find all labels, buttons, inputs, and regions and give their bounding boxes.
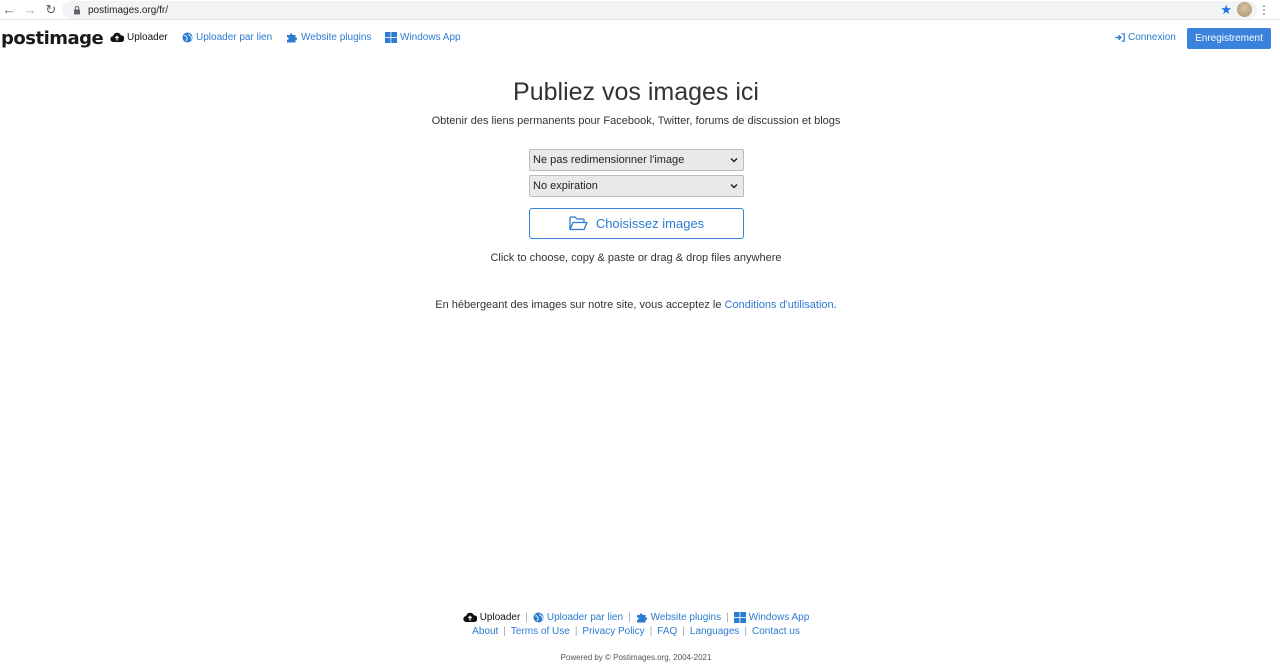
footer-website-plugins[interactable]: Website plugins [636,612,721,623]
cloud-upload-icon [110,32,124,43]
profile-avatar[interactable] [1237,2,1252,17]
footer-upload-by-link[interactable]: Uploader par lien [533,612,623,623]
browser-toolbar: ← → ↻ postimages.org/fr/ ★ ⋮ [0,0,1280,20]
register-button[interactable]: Enregistrement [1187,28,1271,49]
separator: | [744,626,748,637]
expiration-select-value: No expiration [533,180,598,192]
nav-windows-app[interactable]: Windows App [385,32,461,43]
nav-website-plugins[interactable]: Website plugins [286,32,371,43]
separator: | [649,626,653,637]
nav-uploader-label: Uploader [127,32,168,43]
footer-website-plugins-label: Website plugins [650,612,722,623]
url-text: postimages.org/fr/ [88,4,169,16]
nav-windows-app-label: Windows App [400,32,461,43]
folder-open-icon [569,216,588,231]
puzzle-icon [636,613,647,623]
globe-icon [182,32,193,43]
footer-uploader[interactable]: Uploader [463,612,521,623]
footer-faq[interactable]: FAQ [657,626,677,637]
forward-arrow-icon[interactable]: → [21,1,39,19]
footer-windows-app-label: Windows App [748,612,810,623]
terms-suffix: . [833,299,837,311]
separator: | [574,626,578,637]
site-header: postimage Uploader Uploader par lien Web… [0,24,1280,54]
terms-link[interactable]: Conditions d'utilisation [725,299,834,311]
footer-privacy-policy[interactable]: Privacy Policy [582,626,644,637]
separator: | [726,612,729,623]
footer-about[interactable]: About [472,626,498,637]
sign-in-icon [1115,33,1125,42]
separator: | [525,612,528,623]
footer-upload-by-link-label: Uploader par lien [546,612,624,623]
separator: | [682,626,685,637]
postimage-logo[interactable]: postimage [1,28,104,49]
chevron-down-icon [730,157,738,163]
resize-select[interactable]: Ne pas redimensionner l'image [529,149,744,171]
chevron-down-icon [730,183,738,189]
back-arrow-icon[interactable]: ← [0,1,18,19]
powered-by-notice: Powered by © Postimages.org, 2004-2021 [560,653,712,662]
footer-windows-app[interactable]: Windows App [733,612,810,623]
cloud-upload-icon [463,612,477,623]
separator: | [628,612,631,623]
login-link[interactable]: Connexion [1115,32,1176,43]
footer-languages[interactable]: Languages [690,626,740,637]
footer-uploader-label: Uploader [479,612,521,623]
footer-terms-of-use[interactable]: Terms of Use [511,626,570,637]
choose-images-label: Choisissez images [595,216,705,231]
windows-logo-icon [733,612,746,623]
globe-icon [533,612,544,623]
separator: | [503,626,506,637]
expiration-select[interactable]: No expiration [529,175,744,197]
footer-nav-secondary: About | Terms of Use | Privacy Policy | … [0,626,1272,637]
upload-hint: Click to choose, copy & paste or drag & … [490,252,782,264]
bookmark-star-icon[interactable]: ★ [1220,2,1232,18]
windows-logo-icon [385,32,397,43]
choose-images-button[interactable]: Choisissez images [529,208,744,239]
kebab-menu-icon[interactable]: ⋮ [1258,1,1270,19]
footer-nav-primary: Uploader | Uploader par lien | Website p… [0,612,1272,623]
address-bar[interactable]: postimages.org/fr/ [62,1,1257,19]
nav-upload-by-link-label: Uploader par lien [196,32,273,43]
puzzle-icon [287,33,298,43]
reload-icon[interactable]: ↻ [42,1,60,19]
login-label: Connexion [1128,32,1176,43]
terms-notice: En hébergeant des images sur notre site,… [0,299,1272,311]
resize-select-value: Ne pas redimensionner l'image [533,154,685,166]
nav-upload-by-link[interactable]: Uploader par lien [182,32,272,43]
footer-contact-us[interactable]: Contact us [752,626,800,637]
nav-website-plugins-label: Website plugins [301,32,372,43]
terms-prefix: En hébergeant des images sur notre site,… [435,299,725,311]
page-title: Publiez vos images ici [513,78,759,106]
nav-uploader[interactable]: Uploader [110,32,168,43]
page-subtitle: Obtenir des liens permanents pour Facebo… [431,115,841,127]
lock-icon [74,6,80,15]
